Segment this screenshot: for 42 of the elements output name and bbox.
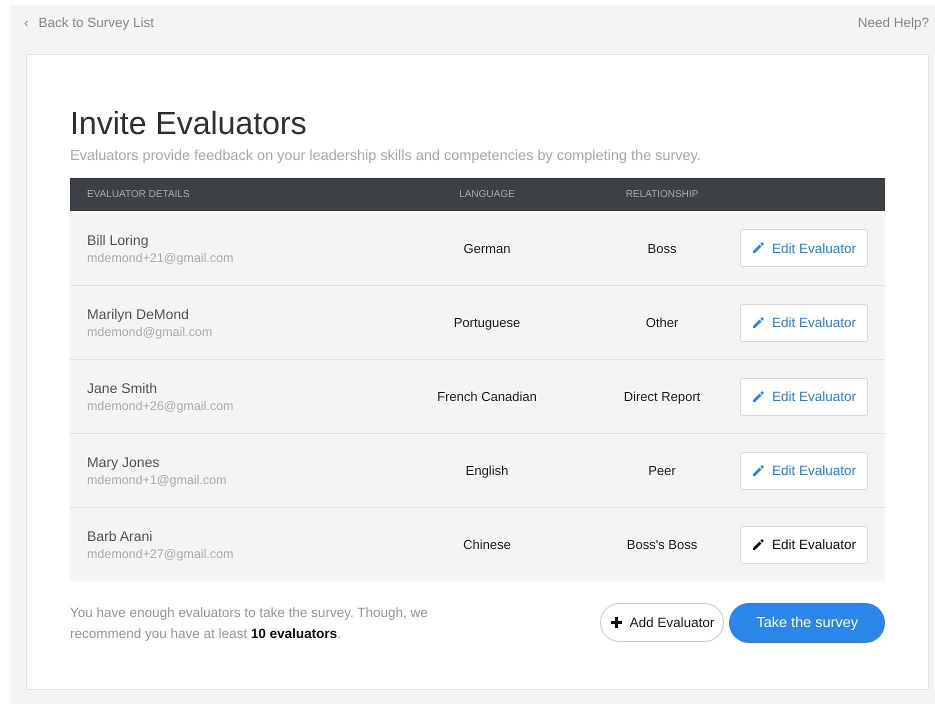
language-cell-text: Chinese <box>462 537 512 552</box>
language-cell-text: French Canadian <box>436 389 538 404</box>
pencil-icon <box>752 316 764 328</box>
edit-evaluator-button[interactable]: Edit Evaluator <box>740 229 868 267</box>
column-header: EVALUATOR DETAILS <box>87 189 191 200</box>
edit-evaluator-button[interactable]: Edit Evaluator <box>740 378 868 416</box>
evaluator-name: Marilyn DeMond <box>87 306 190 322</box>
pencil-icon <box>752 242 764 254</box>
page-subtitle: Evaluators provide feedback on your leadership skills and competencies by completing the survey. <box>70 148 702 164</box>
evaluator-email: mdemond@gmail.com <box>87 325 214 339</box>
take-survey-button[interactable]: Take the survey <box>729 603 885 643</box>
evaluator-name: Barb Arani <box>87 528 154 544</box>
back-link[interactable]: ‹ Back to Survey List <box>24 14 154 30</box>
page-title: Invite Evaluators <box>70 105 308 142</box>
relationship-cell-text: Boss <box>646 240 678 256</box>
column-header: LANGUAGE <box>458 189 516 200</box>
evaluator-email: mdemond+1@gmail.com <box>87 473 228 487</box>
language-cell-text: German <box>462 240 512 256</box>
chevron-left-icon: ‹ <box>24 14 28 30</box>
relationship-cell-text: Peer <box>647 463 677 478</box>
help-link[interactable]: Need Help? <box>858 14 929 30</box>
pencil-icon <box>752 390 764 402</box>
evaluator-email: mdemond+21@gmail.com <box>87 250 234 264</box>
pencil-icon <box>752 464 764 476</box>
recommendation-note: You have enough evaluators to take the survey. Though, we recommend you have at least 10 evaluators. <box>70 604 429 643</box>
edit-evaluator-button[interactable]: Edit Evaluator <box>740 304 868 342</box>
relationship-cell-text: Other <box>644 315 680 330</box>
relationship-cell-text: Direct Report <box>622 389 702 404</box>
relationship-cell-text: Boss's Boss <box>626 537 698 552</box>
edit-evaluator-button[interactable]: Edit Evaluator <box>740 452 868 490</box>
evaluator-email: mdemond+26@gmail.com <box>87 399 234 413</box>
language-cell-text: Portuguese <box>452 315 522 330</box>
evaluator-name: Mary Jones <box>87 454 160 470</box>
evaluator-name: Bill Loring <box>87 232 150 248</box>
add-evaluator-button[interactable]: Add Evaluator <box>600 603 724 642</box>
evaluator-name: Jane Smith <box>87 380 158 396</box>
plus-icon <box>610 617 622 628</box>
pencil-icon <box>752 538 764 550</box>
evaluator-email: mdemond+27@gmail.com <box>87 547 234 561</box>
column-header: RELATIONSHIP <box>624 189 700 200</box>
language-cell-text: English <box>464 463 510 478</box>
edit-evaluator-button[interactable]: Edit Evaluator <box>740 526 868 564</box>
